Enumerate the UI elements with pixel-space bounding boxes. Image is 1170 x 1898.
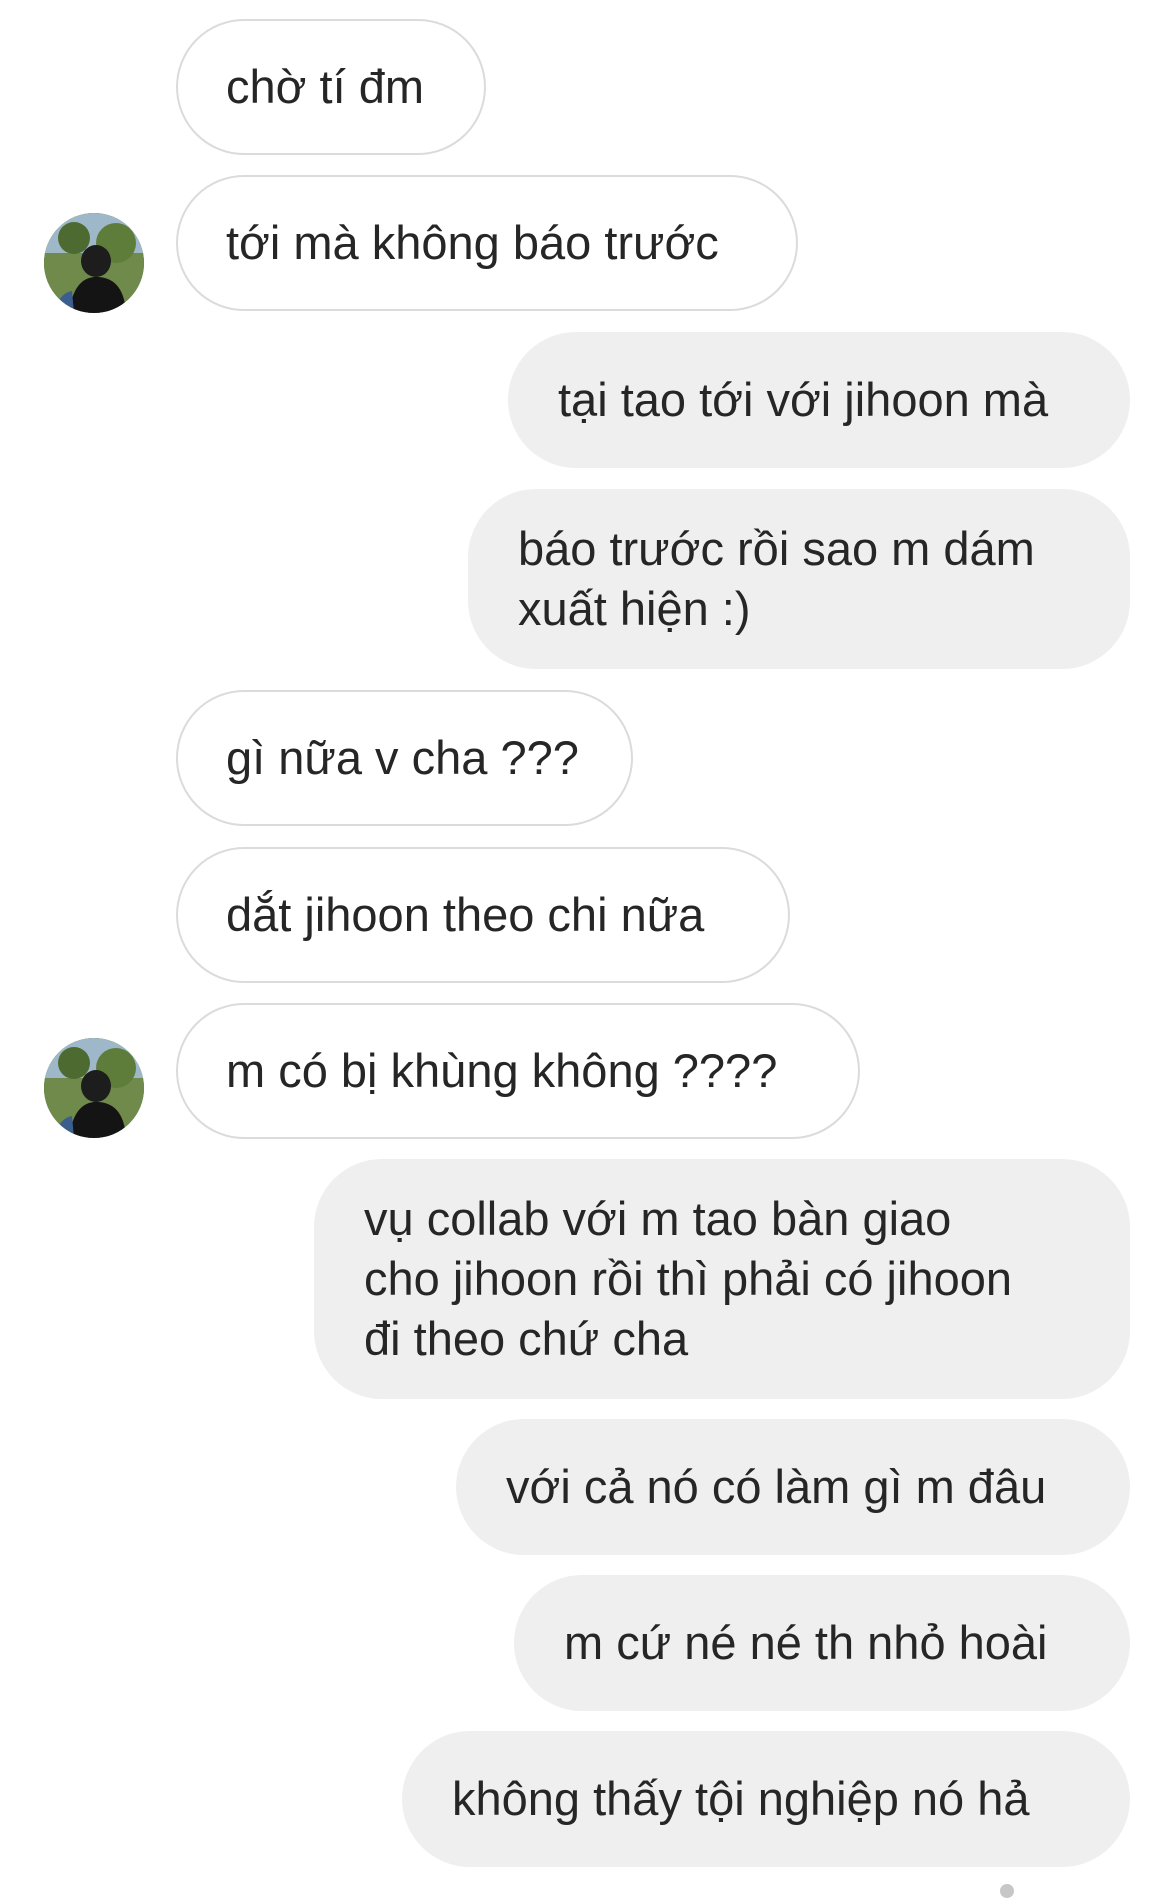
message-bubble-incoming[interactable]: gì nữa v cha ??? <box>176 690 633 826</box>
message-bubble-incoming[interactable]: tới mà không báo trước <box>176 175 798 311</box>
message-bubble-outgoing[interactable]: báo trước rồi sao m dám xuất hiện :) <box>468 489 1130 669</box>
avatar[interactable] <box>44 213 144 313</box>
profile-photo-icon <box>44 1038 144 1138</box>
message-bubble-incoming[interactable]: dắt jihoon theo chi nữa <box>176 847 790 983</box>
message-bubble-outgoing[interactable]: m cứ né né th nhỏ hoài <box>514 1575 1130 1711</box>
profile-photo-icon <box>44 213 144 313</box>
message-bubble-outgoing[interactable]: không thấy tội nghiệp nó hả <box>402 1731 1130 1867</box>
seen-indicator-icon <box>1000 1884 1014 1898</box>
message-bubble-outgoing[interactable]: vụ collab với m tao bàn giao cho jihoon … <box>314 1159 1130 1399</box>
avatar[interactable] <box>44 1038 144 1138</box>
message-bubble-outgoing[interactable]: với cả nó có làm gì m đâu <box>456 1419 1130 1555</box>
message-bubble-outgoing[interactable]: tại tao tới với jihoon mà <box>508 332 1130 468</box>
message-bubble-incoming[interactable]: m có bị khùng không ???? <box>176 1003 860 1139</box>
message-bubble-incoming[interactable]: chờ tí đm <box>176 19 486 155</box>
